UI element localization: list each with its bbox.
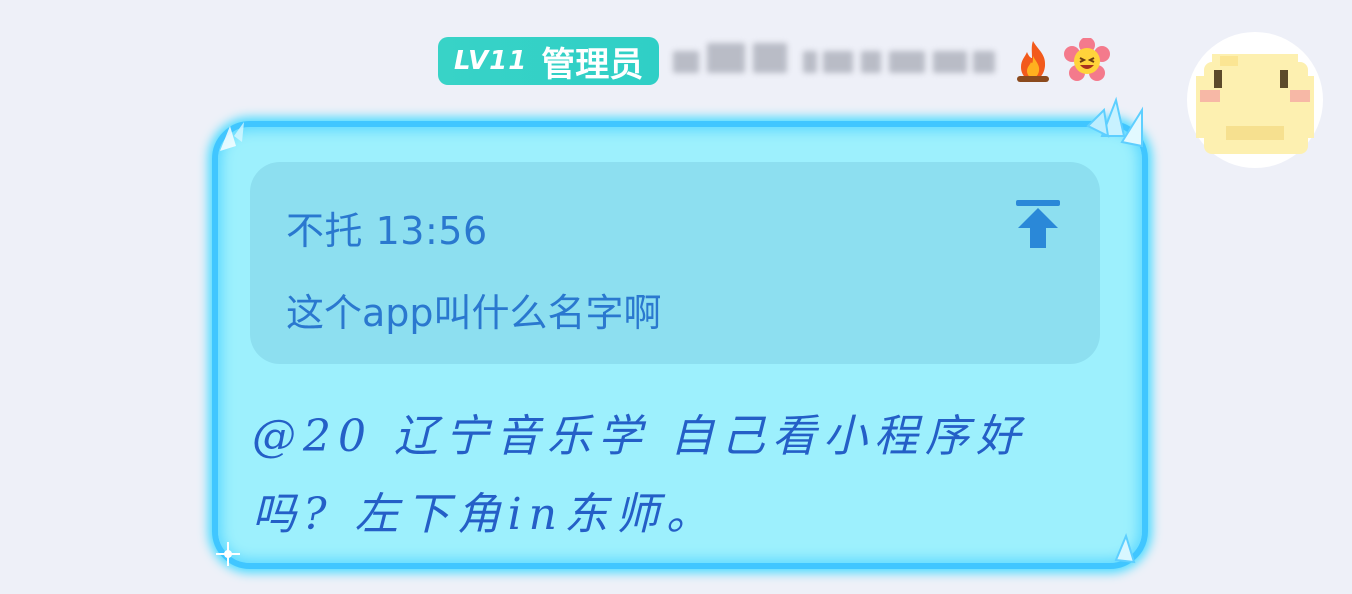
message-text-line: 吗? 左下角in东师。 xyxy=(252,489,717,540)
quote-meta: 不托 13:56 xyxy=(286,200,488,255)
quote-author: 不托 xyxy=(286,209,364,253)
avatar[interactable] xyxy=(1186,30,1324,170)
message-header: LV11 管理员 xyxy=(438,36,1111,86)
level-label: LV11 xyxy=(454,46,528,76)
sender-name-redacted[interactable] xyxy=(667,39,1002,83)
quote-time: 13:56 xyxy=(375,209,488,253)
jump-to-top-icon[interactable] xyxy=(1014,200,1062,250)
level-badge[interactable]: LV11 管理员 xyxy=(438,37,660,85)
crystal-decoration-icon xyxy=(1086,96,1143,148)
message-text-line: @20 辽宁音乐学 自己看小程序好 xyxy=(252,411,1027,462)
laughing-flower-icon xyxy=(1064,38,1111,81)
quote-text: 这个app叫什么名字啊 xyxy=(286,291,662,335)
role-label: 管理员 xyxy=(541,44,644,85)
quoted-reply[interactable]: 不托 13:56 这个app叫什么名字啊 xyxy=(250,162,1100,364)
fire-icon xyxy=(1017,41,1050,82)
crystal-decoration-icon xyxy=(1114,533,1136,564)
